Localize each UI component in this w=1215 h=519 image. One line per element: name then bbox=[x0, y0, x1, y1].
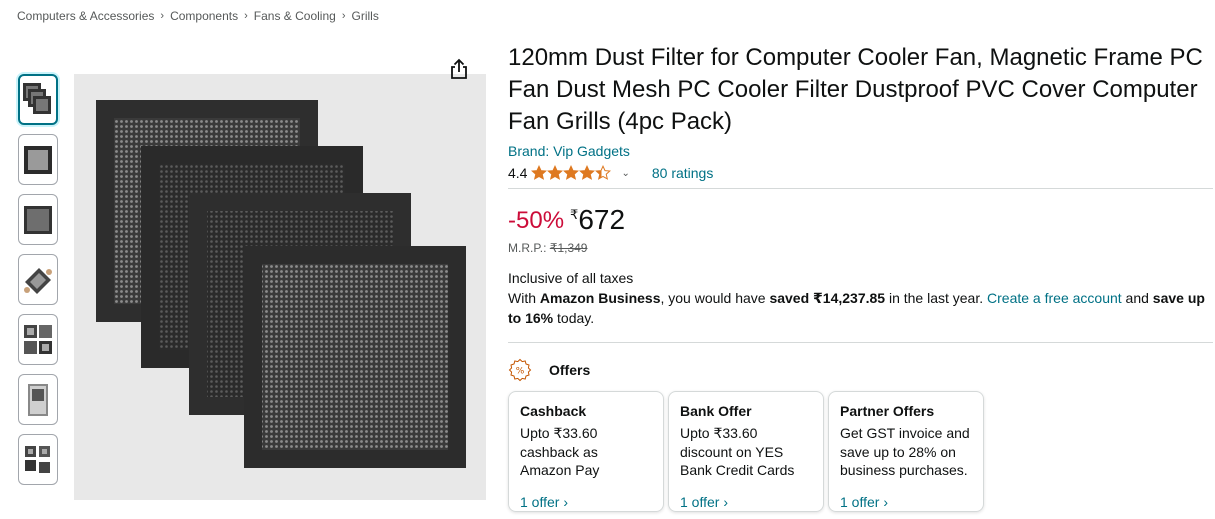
business-text: , you would have bbox=[660, 290, 770, 306]
star-icon bbox=[547, 165, 564, 180]
offer-card-link[interactable]: 1 offer › bbox=[680, 494, 812, 510]
thumbnail-list bbox=[18, 74, 60, 494]
create-account-link[interactable]: Create a free account bbox=[987, 290, 1122, 306]
offer-card-body: Upto ₹33.60 cashback as Amazon Pay Balan… bbox=[520, 425, 600, 478]
thumbnail-5[interactable] bbox=[18, 314, 58, 365]
business-text: and bbox=[1121, 290, 1153, 306]
business-savings-text: With Amazon Business, you would have sav… bbox=[508, 288, 1213, 328]
rating-row: 4.4 ⌄ 80 ratings bbox=[508, 163, 1213, 183]
business-text: in the last year. bbox=[885, 290, 988, 306]
star-rating[interactable] bbox=[531, 165, 612, 181]
breadcrumb-separator: › bbox=[160, 10, 165, 22]
divider bbox=[508, 188, 1213, 189]
filter-stack-thumbnail bbox=[23, 82, 51, 114]
filter-grid-thumbnail bbox=[24, 324, 52, 354]
star-icon bbox=[563, 165, 580, 180]
currency-symbol: ₹ bbox=[570, 207, 579, 222]
offer-card-body: Upto ₹33.60 discount on YES Bank Credit … bbox=[680, 425, 795, 478]
business-text: With bbox=[508, 290, 540, 306]
thumbnail-7[interactable] bbox=[18, 434, 58, 485]
offer-card-partner[interactable]: Partner Offers Get GST invoice and save … bbox=[828, 391, 984, 512]
breadcrumb-link-grills[interactable]: Grills bbox=[352, 9, 379, 23]
amazon-business-label: Amazon Business bbox=[539, 290, 661, 306]
breadcrumb-separator: › bbox=[341, 10, 346, 22]
breadcrumb-link-computers[interactable]: Computers & Accessories bbox=[17, 9, 154, 23]
pc-case-thumbnail bbox=[28, 383, 48, 416]
product-title: 120mm Dust Filter for Computer Cooler Fa… bbox=[508, 44, 1203, 135]
offer-card-title: Cashback bbox=[520, 403, 587, 419]
price-value: 672 bbox=[578, 204, 626, 235]
offer-card-link[interactable]: 1 offer › bbox=[840, 494, 972, 510]
price-row: -50% ₹ 672 bbox=[508, 205, 1213, 237]
thumbnail-2[interactable] bbox=[18, 134, 58, 185]
offer-card-body: Get GST invoice and save up to 28% on bu… bbox=[840, 425, 970, 478]
dust-filter-image bbox=[74, 74, 486, 500]
breadcrumb: Computers & Accessories › Components › F… bbox=[17, 9, 379, 23]
star-icon bbox=[595, 165, 612, 180]
mrp-value: ₹1,349 bbox=[549, 241, 588, 255]
filter-set-thumbnail bbox=[25, 445, 50, 473]
breadcrumb-link-components[interactable]: Components bbox=[170, 9, 238, 23]
star-icon bbox=[531, 165, 548, 180]
offer-card-cashback[interactable]: Cashback Upto ₹33.60 cashback as Amazon … bbox=[508, 391, 664, 512]
offer-card-bank[interactable]: Bank Offer Upto ₹33.60 discount on YES B… bbox=[668, 391, 824, 512]
rating-value: 4.4 bbox=[508, 165, 528, 181]
breadcrumb-link-fans-cooling[interactable]: Fans & Cooling bbox=[254, 9, 336, 23]
filter-single-thumbnail bbox=[24, 205, 52, 234]
star-icon bbox=[579, 165, 596, 180]
offer-cards: Cashback Upto ₹33.60 cashback as Amazon … bbox=[508, 391, 1213, 512]
ratings-count-link[interactable]: 80 ratings bbox=[652, 165, 713, 181]
filter-single-thumbnail bbox=[24, 145, 52, 174]
discount-percent: -50% bbox=[508, 207, 565, 234]
business-text: today. bbox=[553, 310, 595, 326]
svg-text:%: % bbox=[516, 367, 525, 377]
mrp-label: M.R.P.: bbox=[508, 241, 547, 255]
saved-amount: saved ₹14,237.85 bbox=[769, 290, 886, 306]
offer-card-link[interactable]: 1 offer › bbox=[520, 494, 652, 510]
divider bbox=[508, 342, 1213, 343]
thumbnail-1[interactable] bbox=[18, 74, 58, 125]
offers-header: % Offers bbox=[508, 357, 1213, 383]
offers-title: Offers bbox=[549, 362, 591, 378]
mrp: M.R.P.: ₹1,349 bbox=[508, 241, 1213, 255]
offer-card-title: Partner Offers bbox=[840, 403, 935, 419]
chevron-down-icon[interactable]: ⌄ bbox=[621, 168, 629, 179]
breadcrumb-separator: › bbox=[244, 10, 248, 22]
thumbnail-6[interactable] bbox=[18, 374, 58, 425]
offer-card-title: Bank Offer bbox=[680, 403, 752, 419]
brand-link[interactable]: Brand: Vip Gadgets bbox=[508, 142, 1213, 160]
thumbnail-4[interactable] bbox=[18, 254, 58, 305]
thumbnail-3[interactable] bbox=[18, 194, 58, 245]
share-icon[interactable] bbox=[448, 58, 470, 80]
offer-badge-icon: % bbox=[508, 358, 532, 382]
filter-bend-thumbnail bbox=[24, 267, 52, 294]
tax-note: Inclusive of all taxes bbox=[508, 270, 634, 286]
main-product-image[interactable] bbox=[74, 74, 486, 500]
product-info: 120mm Dust Filter for Computer Cooler Fa… bbox=[508, 42, 1213, 519]
